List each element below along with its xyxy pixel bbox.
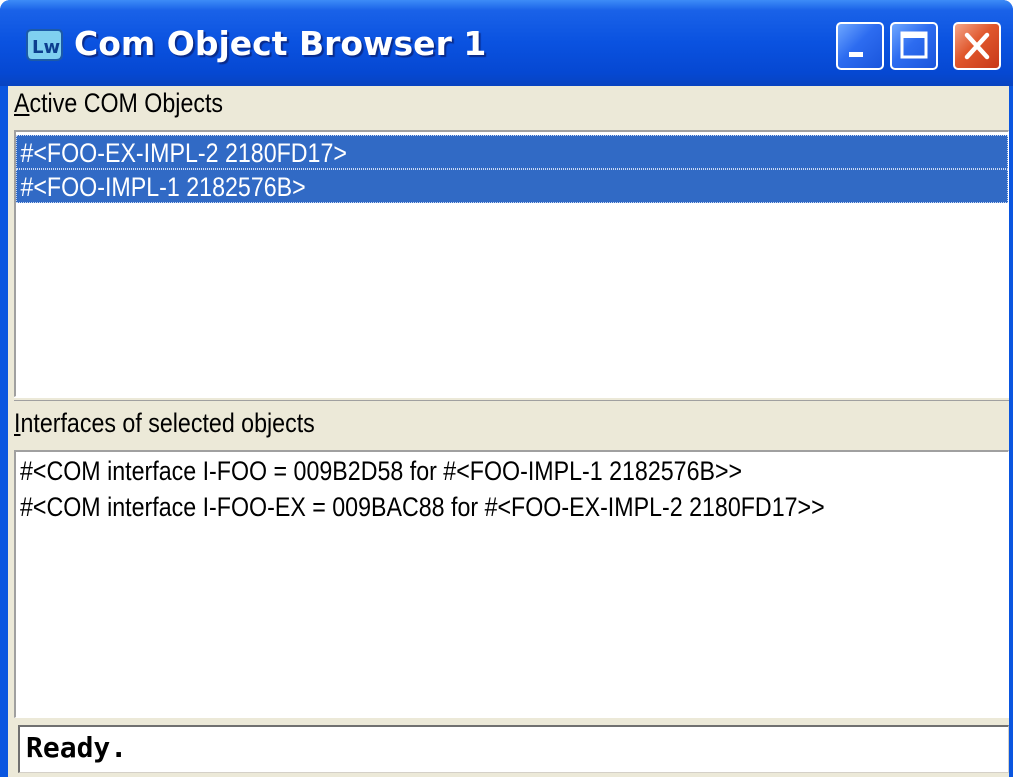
status-bar: Ready. bbox=[18, 725, 1009, 773]
title-bar[interactable]: Lw Com Object Browser 1 bbox=[0, 0, 1013, 86]
lispworks-icon: Lw bbox=[26, 29, 63, 61]
maximize-button[interactable] bbox=[890, 22, 938, 70]
close-button[interactable] bbox=[953, 22, 1001, 70]
active-com-objects-label: Active COM Objects bbox=[14, 88, 224, 118]
pane-divider[interactable] bbox=[14, 397, 1009, 401]
minimize-icon bbox=[849, 52, 863, 57]
list-item[interactable]: #<COM interface I-FOO = 009B2D58 for #<F… bbox=[20, 456, 742, 487]
interfaces-label: Interfaces of selected objects bbox=[14, 408, 315, 438]
list-item[interactable]: #<FOO-EX-IMPL-2 2180FD17> bbox=[16, 135, 1008, 169]
active-com-objects-list[interactable]: #<FOO-EX-IMPL-2 2180FD17> #<FOO-IMPL-1 2… bbox=[14, 130, 1009, 397]
interfaces-list[interactable]: #<COM interface I-FOO = 009B2D58 for #<F… bbox=[14, 450, 1009, 718]
window-title: Com Object Browser 1 bbox=[74, 24, 487, 63]
maximize-icon bbox=[900, 31, 928, 59]
svg-text:Lw: Lw bbox=[32, 37, 60, 58]
com-object-browser-window: Lw Com Object Browser 1 Active COM Objec… bbox=[0, 0, 1013, 777]
list-item[interactable]: #<COM interface I-FOO-EX = 009BAC88 for … bbox=[20, 492, 825, 523]
status-text: Ready. bbox=[26, 731, 128, 764]
minimize-button[interactable] bbox=[836, 22, 884, 70]
client-area: Active COM Objects #<FOO-EX-IMPL-2 2180F… bbox=[8, 86, 1009, 777]
close-icon bbox=[964, 32, 990, 60]
list-item[interactable]: #<FOO-IMPL-1 2182576B> bbox=[16, 169, 1008, 203]
